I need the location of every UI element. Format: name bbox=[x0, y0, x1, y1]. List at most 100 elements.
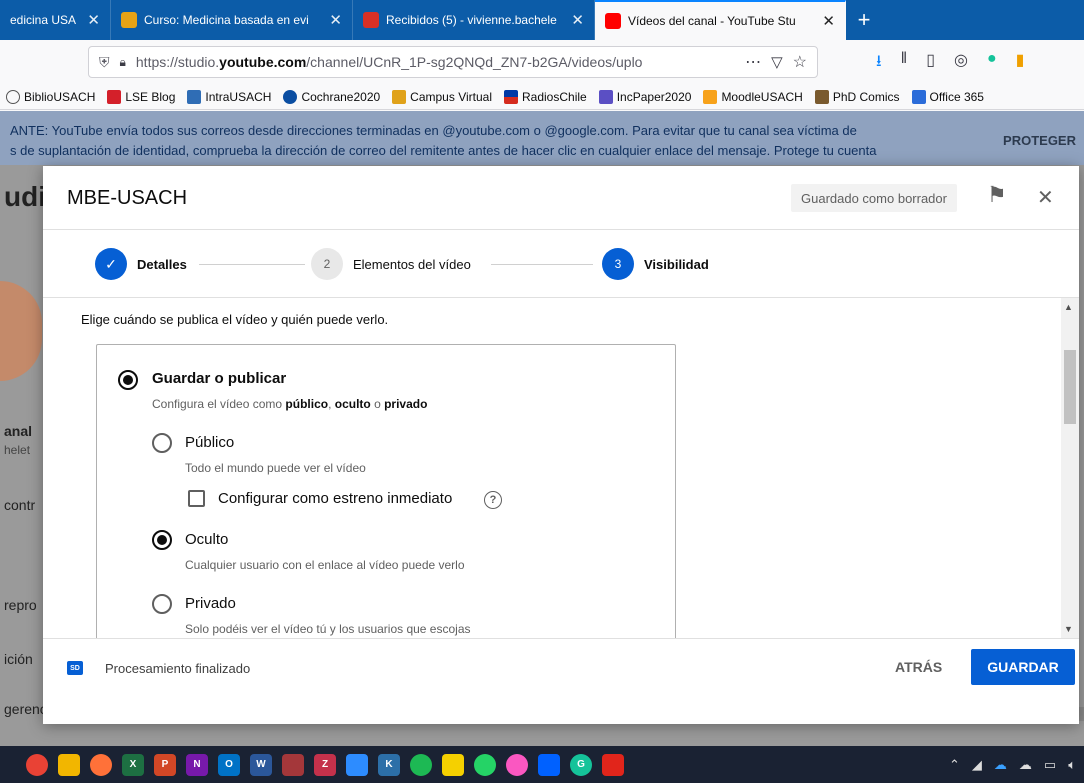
volume-icon[interactable]: 🔈︎ bbox=[1068, 757, 1076, 773]
bookmark-star-icon[interactable]: ☆ bbox=[793, 52, 807, 72]
shield-icon[interactable]: ⛨ bbox=[99, 54, 110, 71]
spotify-icon[interactable] bbox=[410, 753, 432, 776]
onedrive-icon[interactable]: ☁ bbox=[994, 757, 1007, 773]
onenote-icon[interactable]: N bbox=[186, 753, 208, 776]
globe-icon bbox=[6, 89, 20, 104]
premiere-checkbox[interactable] bbox=[188, 490, 205, 507]
chevron-up-icon[interactable]: ⌃ bbox=[949, 757, 960, 773]
dialog-footer: SD Procesamiento finalizado ATRÁS GUARDA… bbox=[43, 638, 1079, 698]
step-number: 3 bbox=[602, 248, 634, 280]
account-icon[interactable]: ◎ bbox=[954, 50, 968, 77]
save-publish-desc: Configura el vídeo como público, oculto … bbox=[152, 397, 427, 411]
close-icon[interactable]: ✕ bbox=[822, 12, 835, 30]
save-button[interactable]: GUARDAR bbox=[971, 649, 1075, 685]
tab-youtube-studio[interactable]: Vídeos del canal - YouTube Stu ✕ bbox=[595, 0, 846, 40]
chile-flag-icon bbox=[504, 89, 518, 104]
grammarly-icon[interactable]: ● bbox=[987, 50, 997, 77]
extension-icon[interactable]: ▮ bbox=[1016, 50, 1025, 77]
grammarly-icon[interactable]: G bbox=[570, 753, 592, 776]
bookmark-label: Cochrane2020 bbox=[301, 89, 381, 104]
bookmark-label: LSE Blog bbox=[125, 89, 176, 104]
app-icon[interactable]: Z bbox=[314, 753, 336, 776]
tab-gmail-inbox[interactable]: Recibidos (5) - vivienne.bachele ✕ bbox=[353, 0, 595, 40]
sidebar-item-repro[interactable]: repro bbox=[4, 597, 37, 613]
close-dialog-icon[interactable]: ✕ bbox=[1037, 185, 1054, 210]
close-icon[interactable]: ✕ bbox=[571, 11, 584, 29]
bookmark-cochrane[interactable]: Cochrane2020 bbox=[283, 89, 381, 104]
close-icon[interactable]: ✕ bbox=[87, 11, 100, 29]
lock-icon[interactable]: 🔒︎ bbox=[120, 55, 126, 70]
app-k-icon[interactable]: K bbox=[378, 753, 400, 776]
step-video-elements[interactable]: 2 Elementos del vídeo bbox=[311, 248, 471, 280]
bookmark-lse-blog[interactable]: LSE Blog bbox=[107, 89, 176, 104]
scroll-up-icon[interactable]: ▲ bbox=[1064, 302, 1073, 312]
dialog-header: MBE-USACH Guardado como borrador ⚑ ✕ bbox=[43, 166, 1079, 230]
firefox-icon[interactable] bbox=[90, 753, 112, 776]
scroll-down-icon[interactable]: ▼ bbox=[1064, 624, 1073, 634]
browser-tab-bar: edicina USA ✕ Curso: Medicina basada en … bbox=[0, 0, 1084, 40]
back-button[interactable]: ATRÁS bbox=[879, 649, 958, 685]
step-details[interactable]: ✓ Detalles bbox=[95, 248, 187, 280]
powerpoint-icon[interactable]: P bbox=[154, 753, 176, 776]
desc-text: Configura el vídeo como bbox=[152, 397, 286, 411]
campus-favicon-icon bbox=[121, 12, 137, 28]
private-radio[interactable] bbox=[152, 594, 172, 614]
zoom-icon[interactable] bbox=[346, 753, 368, 776]
download-icon[interactable]: ⭳ bbox=[876, 50, 882, 77]
itunes-icon[interactable] bbox=[506, 753, 528, 776]
scroll-thumb[interactable] bbox=[1064, 350, 1076, 424]
browser-nav-bar: ⛨ 🔒︎ https://studio.youtube.com/channel/… bbox=[0, 40, 1084, 84]
pocket-icon[interactable]: ▽ bbox=[771, 53, 783, 71]
battery-icon[interactable]: ▭ bbox=[1044, 757, 1056, 773]
url-bar[interactable]: ⛨ 🔒︎ https://studio.youtube.com/channel/… bbox=[88, 46, 818, 78]
bookmark-phd-comics[interactable]: PhD Comics bbox=[814, 89, 900, 104]
cloud-sync-icon[interactable]: ☁ bbox=[1019, 757, 1032, 773]
page-actions-icon[interactable]: ⋯ bbox=[745, 52, 761, 72]
public-radio[interactable] bbox=[152, 433, 172, 453]
file-explorer-icon[interactable] bbox=[58, 753, 80, 776]
dropbox-icon[interactable] bbox=[538, 753, 560, 776]
word-icon[interactable]: W bbox=[250, 753, 272, 776]
incpaper-icon bbox=[598, 89, 613, 104]
url-text[interactable]: https://studio.youtube.com/channel/UCnR_… bbox=[136, 54, 735, 70]
hidden-radio[interactable] bbox=[152, 530, 172, 550]
chrome-icon[interactable] bbox=[26, 753, 48, 776]
visibility-intro: Elige cuándo se publica el vídeo y quién… bbox=[81, 312, 389, 327]
step-connector bbox=[199, 264, 305, 265]
sticky-notes-icon[interactable] bbox=[442, 753, 464, 776]
new-tab-button[interactable]: + bbox=[846, 0, 882, 40]
tab-title: edicina USA bbox=[10, 13, 77, 27]
bookmark-label: Campus Virtual bbox=[410, 89, 492, 104]
bookmark-campus-virtual[interactable]: Campus Virtual bbox=[392, 89, 492, 104]
close-icon[interactable]: ✕ bbox=[329, 11, 342, 29]
help-icon[interactable]: ? bbox=[484, 491, 502, 509]
notice-line-1: ANTE: YouTube envía todos sus correos de… bbox=[10, 123, 857, 138]
tab-medicina-usach[interactable]: edicina USA ✕ bbox=[0, 0, 111, 40]
bookmark-bibliousach[interactable]: BiblioUSACH bbox=[6, 89, 95, 104]
tab-curso-medicina[interactable]: Curso: Medicina basada en evi ✕ bbox=[111, 0, 353, 40]
protect-account-link[interactable]: PROTEGER bbox=[1003, 131, 1076, 151]
bookmark-moodleusach[interactable]: MoodleUSACH bbox=[703, 89, 803, 104]
save-publish-radio[interactable] bbox=[118, 370, 138, 390]
draft-status-badge: Guardado como borrador bbox=[791, 184, 957, 212]
sidebar-item-control[interactable]: contr bbox=[4, 497, 35, 513]
outlook-icon[interactable]: O bbox=[218, 753, 240, 776]
sidebar-item-cion[interactable]: ición bbox=[4, 651, 33, 667]
bookmark-intrausach[interactable]: IntraUSACH bbox=[187, 89, 271, 104]
library-icon[interactable]: ‖ bbox=[901, 50, 908, 77]
feedback-icon[interactable]: ⚑ bbox=[987, 182, 1007, 208]
whatsapp-icon[interactable] bbox=[474, 753, 496, 776]
bookmark-office365[interactable]: Office 365 bbox=[911, 89, 984, 104]
notice-line-2: s de suplantación de identidad, comprueb… bbox=[10, 143, 877, 158]
processing-status: Procesamiento finalizado bbox=[105, 661, 251, 676]
wifi-icon[interactable]: ◢ bbox=[972, 757, 982, 773]
excel-icon[interactable]: X bbox=[122, 753, 144, 776]
dialog-content: Elige cuándo se publica el vídeo y quién… bbox=[43, 298, 1079, 638]
access-icon[interactable] bbox=[282, 753, 304, 776]
sidebar-icon[interactable]: ▯ bbox=[926, 50, 935, 77]
content-scrollbar[interactable]: ▲ ▼ bbox=[1061, 298, 1079, 638]
bookmark-radioschile[interactable]: RadiosChile bbox=[504, 89, 587, 104]
acrobat-icon[interactable] bbox=[602, 753, 624, 776]
bookmark-incpaper[interactable]: IncPaper2020 bbox=[598, 89, 691, 104]
step-visibility[interactable]: 3 Visibilidad bbox=[602, 248, 709, 280]
